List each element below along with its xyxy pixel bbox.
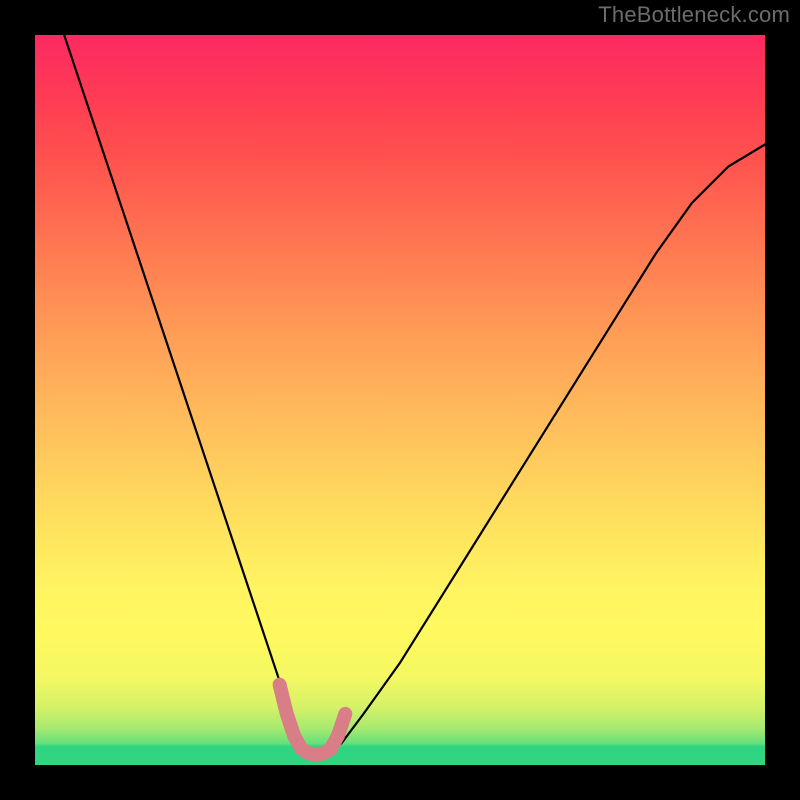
- highlight-right: [323, 714, 345, 753]
- chart-svg: [35, 35, 765, 765]
- chart-plot-area: [35, 35, 765, 765]
- bottleneck-curve: [64, 35, 765, 756]
- highlight-left: [280, 685, 302, 749]
- watermark-text: TheBottleneck.com: [598, 2, 790, 28]
